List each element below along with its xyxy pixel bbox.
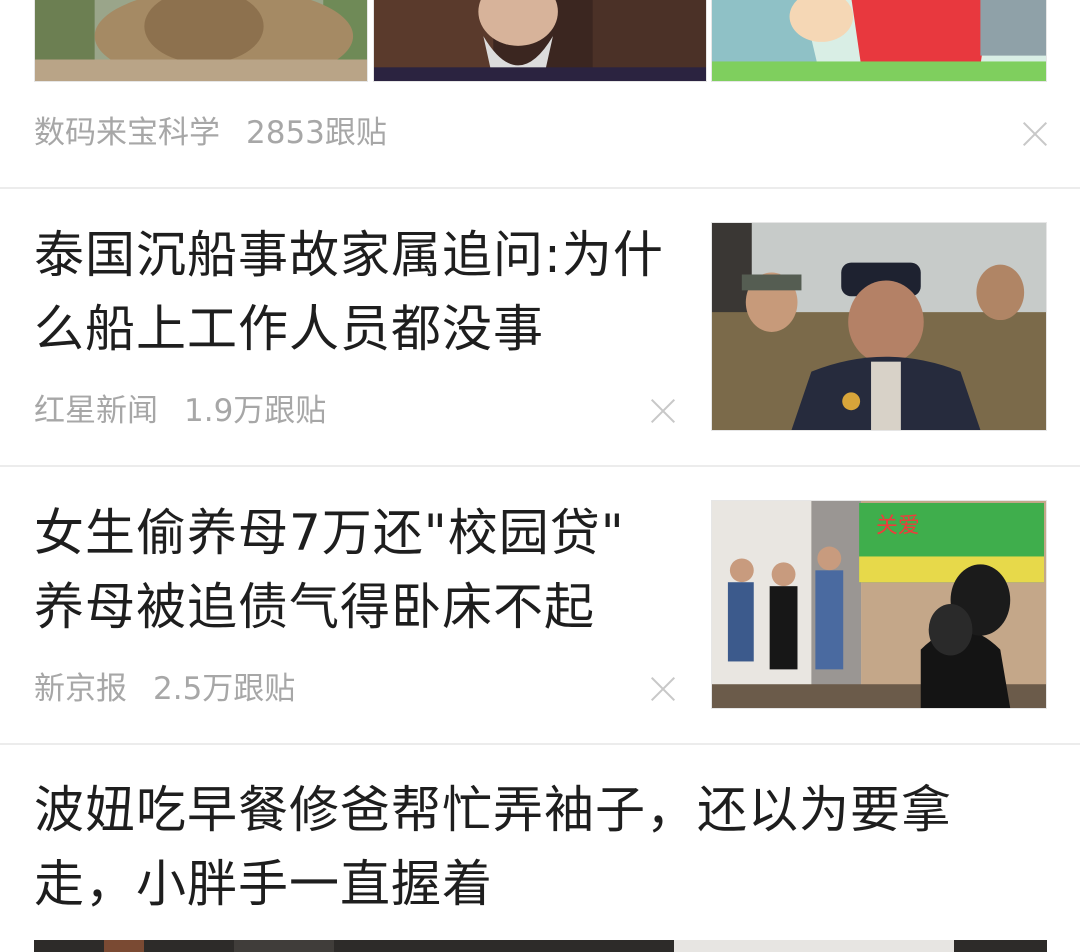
- feed-item-2-meta: 新京报 2.5万跟贴: [34, 669, 295, 709]
- feed-item-0-source: 数码来宝科学: [34, 115, 220, 151]
- feed-item-0-image-1: [34, 0, 368, 82]
- feed-item-2-image-sign-text: 关爱: [876, 514, 920, 539]
- feed-item-2-comment-count: 2.5万跟贴: [153, 671, 296, 707]
- feed-item-2-title[interactable]: 女生偷养母7万还"校园贷" 养母被追债气得卧床不起: [34, 496, 684, 644]
- feed-item-1-title[interactable]: 泰国沉船事故家属追问:为什 么船上工作人员都没事: [34, 218, 684, 366]
- close-icon[interactable]: [650, 676, 676, 702]
- feed-item-0-meta: 数码来宝科学 2853跟贴: [34, 113, 387, 153]
- feed-item-2-title-line-1: 女生偷养母7万还"校园贷": [34, 504, 625, 562]
- feed-item-2-image: 关爱: [711, 500, 1047, 709]
- feed-item-3-title[interactable]: 波妞吃早餐修爸帮忙弄袖子，还以为要拿 走，小胖手一直握着: [34, 773, 1044, 921]
- divider: [0, 743, 1080, 745]
- feed-item-2-title-line-2: 养母被追债气得卧床不起: [34, 578, 595, 636]
- close-icon[interactable]: [1022, 121, 1048, 147]
- feed-item-2-source: 新京报: [34, 671, 127, 707]
- feed-item-1-comment-count: 1.9万跟贴: [184, 393, 327, 429]
- feed-item-1-title-line-2: 么船上工作人员都没事: [34, 300, 544, 358]
- feed-item-1-meta: 红星新闻 1.9万跟贴: [34, 391, 326, 431]
- divider: [0, 187, 1080, 189]
- feed-item-1-image: [711, 222, 1047, 431]
- feed-item-0-comment-count: 2853跟贴: [246, 115, 387, 151]
- feed-item-3-title-line-1: 波妞吃早餐修爸帮忙弄袖子，还以为要拿: [34, 781, 952, 839]
- close-icon[interactable]: [650, 398, 676, 424]
- feed-item-3-video-preview[interactable]: [34, 940, 1047, 952]
- feed-item-1-title-line-1: 泰国沉船事故家属追问:为什: [34, 226, 664, 284]
- divider: [0, 465, 1080, 467]
- feed-item-0-image-3: [711, 0, 1047, 82]
- feed-item-3-title-line-2: 走，小胖手一直握着: [34, 855, 493, 913]
- feed-item-1-source: 红星新闻: [34, 393, 158, 429]
- feed-item-0-image-2: [373, 0, 707, 82]
